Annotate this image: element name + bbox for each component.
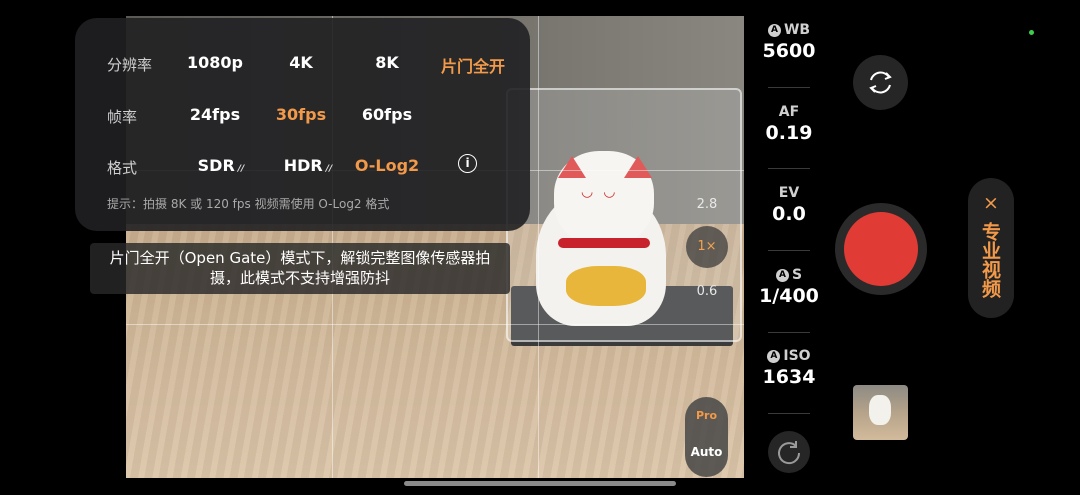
format-option-hdr[interactable]: HDR// bbox=[284, 156, 333, 175]
thumbnail-subject bbox=[869, 395, 891, 425]
resolution-option-4k[interactable]: 4K bbox=[289, 53, 313, 72]
zoom-level-tele[interactable]: 2.8 bbox=[697, 197, 718, 212]
tooltip-line-2: 摄，此模式不支持增强防抖 bbox=[209, 269, 390, 287]
sdr-badge-icon: // bbox=[237, 164, 245, 174]
param-iso-label-row: A ISO bbox=[745, 348, 833, 364]
grid-line-vertical bbox=[538, 16, 539, 478]
close-icon[interactable]: × bbox=[968, 192, 1014, 214]
param-shutter-speed[interactable]: A S 1/400 bbox=[745, 267, 833, 307]
framerate-option-30fps[interactable]: 30fps bbox=[276, 105, 326, 124]
lucky-cat-ear bbox=[624, 156, 652, 178]
pro-video-mode[interactable]: × 专业视频 bbox=[968, 178, 1014, 318]
framerate-option-60fps[interactable]: 60fps bbox=[362, 105, 412, 124]
zoom-level-current[interactable]: 1× bbox=[686, 226, 728, 268]
framerate-row: 帧率 24fps 30fps 60fps bbox=[75, 102, 530, 130]
lucky-cat-ear bbox=[558, 156, 586, 178]
video-settings-panel: 分辨率 1080p 4K 8K 片门全开 帧率 24fps 30fps 60fp… bbox=[75, 18, 530, 231]
info-icon[interactable]: i bbox=[458, 154, 477, 173]
resolution-option-open-gate[interactable]: 片门全开 bbox=[441, 53, 505, 77]
zoom-level-wide[interactable]: 0.6 bbox=[697, 284, 718, 299]
resolution-option-1080p[interactable]: 1080p bbox=[187, 53, 243, 72]
auto-badge-icon: A bbox=[775, 268, 789, 282]
auto-badge-icon: A bbox=[767, 23, 781, 37]
resolution-label: 分辨率 bbox=[107, 56, 153, 74]
rotate-button[interactable] bbox=[768, 431, 810, 473]
format-option-hdr-label: HDR bbox=[283, 156, 323, 175]
mode-pro[interactable]: Pro bbox=[685, 409, 728, 422]
divider bbox=[768, 250, 810, 251]
gallery-thumbnail[interactable] bbox=[853, 385, 908, 440]
lucky-cat-face: ◡◡ bbox=[581, 184, 626, 200]
param-s-label: S bbox=[791, 267, 803, 283]
divider bbox=[768, 87, 810, 88]
param-wb[interactable]: A WB 5600 bbox=[745, 22, 833, 62]
param-wb-label: WB bbox=[783, 22, 811, 38]
rotate-icon bbox=[778, 441, 801, 465]
param-af[interactable]: AF 0.19 bbox=[745, 104, 833, 144]
param-af-label: AF bbox=[778, 104, 800, 120]
privacy-indicator-dot bbox=[1029, 30, 1034, 35]
framerate-label: 帧率 bbox=[107, 108, 138, 126]
param-iso-value: 1634 bbox=[762, 366, 816, 388]
tooltip-line-1: 片门全开（Open Gate）模式下，解锁完整图像传感器拍 bbox=[109, 249, 491, 267]
framerate-option-24fps[interactable]: 24fps bbox=[190, 105, 240, 124]
param-ev[interactable]: EV 0.0 bbox=[745, 185, 833, 225]
lucky-cat-collar bbox=[558, 238, 650, 248]
param-wb-value: 5600 bbox=[762, 40, 816, 62]
grid-line-horizontal bbox=[126, 324, 744, 325]
param-af-value: 0.19 bbox=[765, 122, 813, 144]
mode-auto[interactable]: Auto bbox=[685, 445, 728, 459]
format-option-sdr-label: SDR bbox=[197, 156, 235, 175]
param-iso-label: ISO bbox=[783, 348, 811, 364]
param-iso[interactable]: A ISO 1634 bbox=[745, 348, 833, 388]
settings-hint: 提示：拍摄 8K 或 120 fps 视频需使用 O-Log2 格式 bbox=[107, 197, 390, 211]
hdr-badge-icon: // bbox=[325, 164, 333, 174]
param-ev-value: 0.0 bbox=[772, 203, 806, 225]
divider bbox=[768, 168, 810, 169]
auto-badge-icon: A bbox=[767, 349, 781, 363]
param-s-label-row: A S bbox=[745, 267, 833, 283]
resolution-row: 分辨率 1080p 4K 8K 片门全开 bbox=[75, 50, 530, 78]
resolution-option-8k[interactable]: 8K bbox=[375, 53, 399, 72]
format-option-olog2[interactable]: O-Log2 bbox=[355, 156, 419, 175]
pro-auto-toggle[interactable]: Pro Auto bbox=[685, 397, 728, 477]
format-label: 格式 bbox=[107, 159, 138, 177]
param-wb-label-row: A WB bbox=[745, 22, 833, 38]
open-gate-tooltip: 片门全开（Open Gate）模式下，解锁完整图像传感器拍 摄，此模式不支持增强… bbox=[90, 243, 510, 294]
format-option-sdr[interactable]: SDR// bbox=[198, 156, 245, 175]
divider bbox=[768, 332, 810, 333]
gold-ingots bbox=[566, 266, 646, 306]
divider bbox=[768, 413, 810, 414]
flip-camera-button[interactable] bbox=[853, 55, 908, 110]
param-s-value: 1/400 bbox=[759, 285, 819, 307]
record-button[interactable] bbox=[844, 212, 918, 286]
pro-video-label: 专业视频 bbox=[979, 222, 1001, 298]
home-indicator[interactable] bbox=[404, 481, 676, 486]
switch-camera-icon bbox=[869, 71, 892, 94]
param-ev-label: EV bbox=[778, 185, 800, 201]
